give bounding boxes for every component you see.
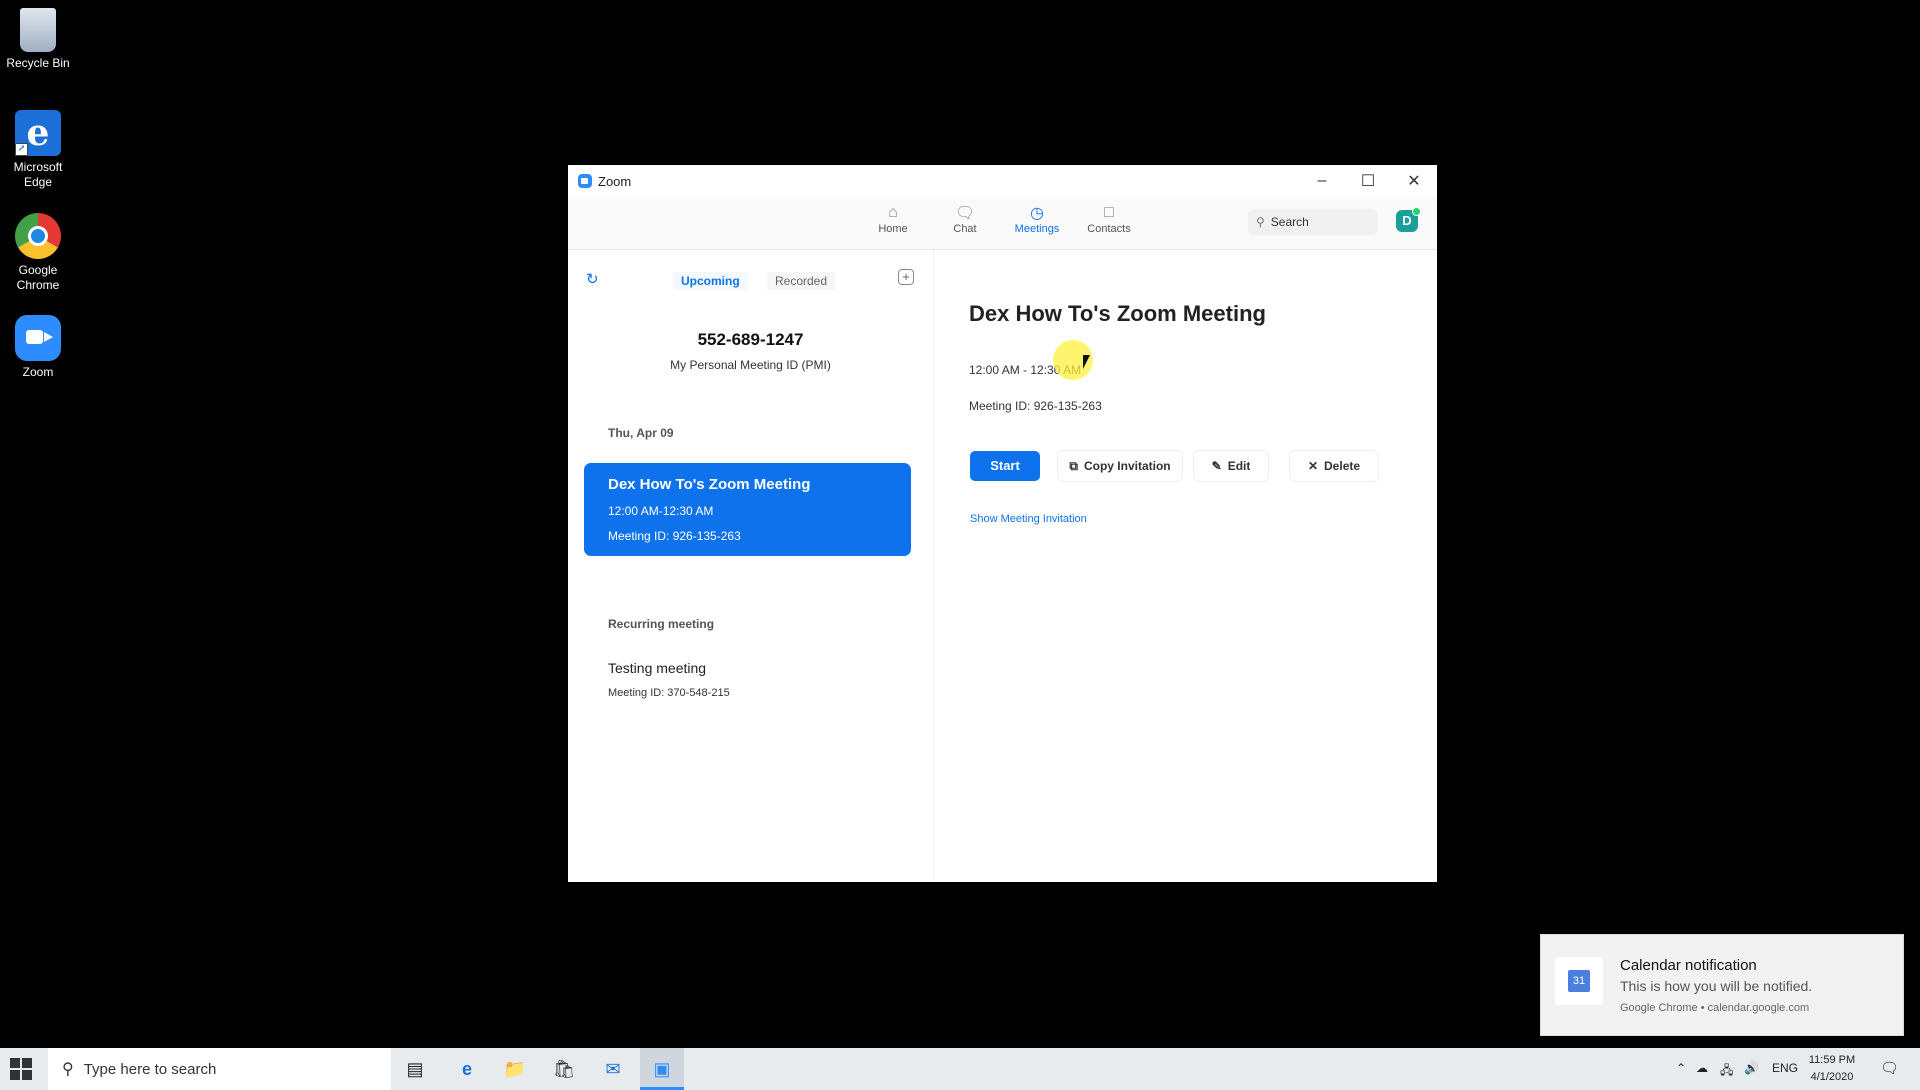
tab-home[interactable]: ⌂ Home (863, 203, 923, 235)
button-label: Edit (1227, 459, 1251, 473)
mouse-cursor-icon (1083, 355, 1097, 369)
calendar-icon: 31 (1555, 957, 1603, 1005)
copy-icon: ⧉ (1069, 458, 1078, 473)
zoom-window: Zoom – ☐ ✕ ⌂ Home 🗨 Chat ◷ Meetings □ Co… (568, 165, 1437, 882)
meeting-title: Testing meeting (608, 660, 707, 676)
zoom-taskbar-button[interactable]: ▣ (640, 1048, 684, 1090)
taskbar-search-input[interactable]: ⚲ Type here to search (48, 1048, 391, 1090)
network-icon[interactable]: 🖧 (1720, 1061, 1733, 1082)
notification-source: Google Chrome • calendar.google.com (1620, 1002, 1810, 1014)
desktop-icon-recycle-bin[interactable]: Recycle Bin (2, 8, 74, 71)
avatar[interactable]: D (1396, 207, 1421, 232)
chevron-up-icon[interactable]: ⌃ (1676, 1061, 1686, 1075)
meeting-title: Dex How To's Zoom Meeting (608, 476, 811, 493)
notification-body: This is how you will be notified. (1620, 978, 1813, 994)
search-placeholder: Search (1270, 215, 1309, 229)
window-title: Zoom (598, 173, 632, 189)
meeting-id: Meeting ID: 370-548-215 (608, 687, 730, 699)
meetings-list-panel: ↻ Upcoming Recorded + 552-689-1247 My Pe… (568, 250, 934, 882)
home-icon: ⌂ (888, 204, 898, 221)
pmi-number[interactable]: 552-689-1247 (568, 330, 933, 350)
clock-time: 11:59 PM (1808, 1054, 1856, 1066)
taskbar: ⚲ Type here to search ▤ e 📁 🛍 ✉ ▣ ⌃ ☁ 🖧 … (0, 1048, 1920, 1090)
chat-icon: 🗨 (954, 205, 976, 222)
close-button[interactable]: ✕ (1391, 165, 1437, 197)
desktop-icon-label: Google Chrome (16, 263, 60, 292)
search-input[interactable]: ⚲ Search (1248, 209, 1378, 235)
edit-button[interactable]: ✎ Edit (1194, 451, 1268, 481)
desktop-icon-label: Recycle Bin (6, 56, 70, 70)
recycle-bin-icon (20, 8, 56, 52)
task-view-icon[interactable]: ▤ (400, 1054, 430, 1084)
minimize-button[interactable]: – (1299, 165, 1345, 197)
calendar-notification[interactable]: 31 Calendar notification This is how you… (1540, 934, 1904, 1036)
tab-chat[interactable]: 🗨 Chat (935, 203, 995, 235)
zoom-logo-icon (578, 174, 592, 188)
detail-meeting-id: Meeting ID: 926-135-263 (969, 399, 1102, 413)
desktop-icon-label: Microsoft Edge (13, 160, 63, 189)
add-meeting-button[interactable]: + (898, 269, 914, 285)
store-icon[interactable]: 🛍 (549, 1054, 579, 1084)
detail-title: Dex How To's Zoom Meeting (969, 301, 1266, 326)
tab-label: Meetings (1014, 223, 1060, 235)
pencil-icon: ✎ (1211, 459, 1222, 473)
notification-title: Calendar notification (1620, 957, 1757, 974)
clock[interactable]: 11:59 PM 4/1/2020 (1802, 1052, 1862, 1086)
recurring-heading: Recurring meeting (608, 617, 715, 631)
onedrive-icon[interactable]: ☁ (1696, 1061, 1708, 1075)
tab-label: Home (878, 223, 908, 235)
meeting-list-item-selected[interactable]: Dex How To's Zoom Meeting 12:00 AM-12:30… (584, 463, 911, 556)
tab-label: Contacts (1087, 223, 1131, 235)
edge-icon: e ↗ (15, 110, 61, 156)
desktop-icon-chrome[interactable]: Google Chrome (2, 213, 74, 293)
search-icon: ⚲ (62, 1061, 74, 1078)
edge-icon[interactable]: e (452, 1054, 482, 1084)
delete-button[interactable]: ✕ Delete (1290, 451, 1378, 481)
search-icon: ⚲ (1256, 215, 1265, 229)
close-icon: ✕ (1307, 459, 1319, 473)
language-indicator[interactable]: ENG (1772, 1061, 1798, 1075)
desktop-icon-edge[interactable]: e ↗ Microsoft Edge (2, 110, 74, 190)
copy-invitation-button[interactable]: ⧉ Copy Invitation (1058, 451, 1182, 481)
desktop-icon-label: Zoom (22, 365, 54, 379)
tab-meetings[interactable]: ◷ Meetings (1007, 203, 1067, 235)
show-invitation-link[interactable]: Show Meeting Invitation (970, 513, 1087, 525)
button-label: Copy Invitation (1083, 459, 1171, 473)
contacts-icon: □ (1104, 204, 1114, 221)
button-label: Delete (1324, 459, 1361, 473)
file-explorer-icon[interactable]: 📁 (500, 1054, 530, 1084)
maximize-button[interactable]: ☐ (1345, 165, 1391, 197)
date-heading: Thu, Apr 09 (608, 426, 674, 440)
tab-upcoming[interactable]: Upcoming (673, 272, 748, 290)
top-nav: ⌂ Home 🗨 Chat ◷ Meetings □ Contacts ⚲ Se… (568, 197, 1437, 250)
clock-date: 4/1/2020 (1810, 1071, 1854, 1083)
chrome-icon (15, 213, 61, 259)
clock-icon: ◷ (1030, 205, 1044, 222)
taskbar-search-placeholder: Type here to search (83, 1060, 217, 1078)
tab-label: Chat (953, 223, 977, 235)
volume-icon[interactable]: 🔊 (1744, 1061, 1759, 1075)
zoom-icon: ▣ (653, 1058, 671, 1079)
desktop-icon-zoom[interactable]: Zoom (2, 315, 74, 380)
start-button[interactable]: Start (970, 451, 1040, 481)
tab-contacts[interactable]: □ Contacts (1079, 203, 1139, 235)
mail-icon[interactable]: ✉ (598, 1054, 628, 1084)
pmi-label: My Personal Meeting ID (PMI) (670, 358, 831, 372)
zoom-icon (15, 315, 61, 361)
meeting-id: Meeting ID: 926-135-263 (608, 529, 741, 543)
action-center-icon[interactable]: 🗨 (1880, 1059, 1899, 1077)
windows-start-icon[interactable] (10, 1058, 32, 1080)
meeting-time: 12:00 AM-12:30 AM (608, 504, 714, 518)
refresh-icon[interactable]: ↻ (586, 270, 599, 288)
tab-recorded[interactable]: Recorded (767, 272, 836, 290)
